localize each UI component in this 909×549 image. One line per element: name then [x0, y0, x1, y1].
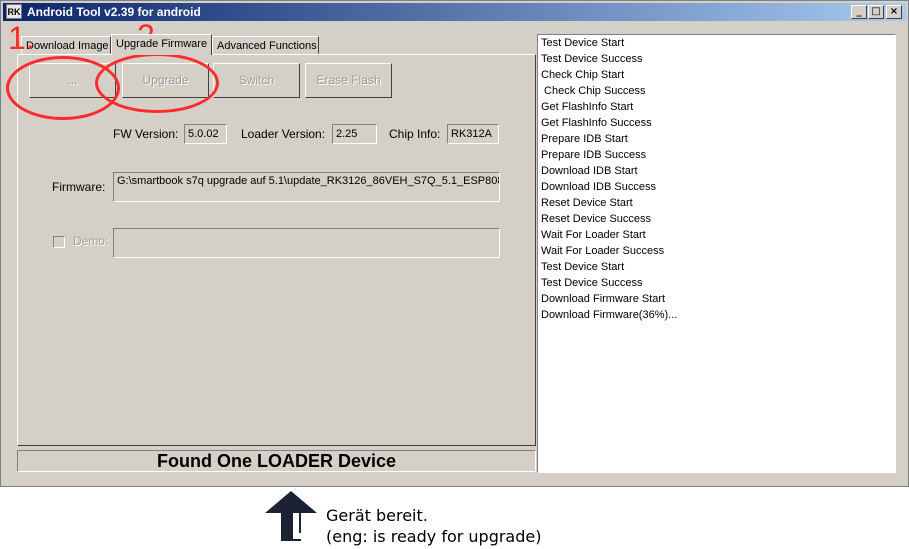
erase-flash-button[interactable]: Erase Flash: [305, 63, 392, 98]
minimize-icon[interactable]: _: [851, 5, 867, 19]
close-icon[interactable]: ×: [886, 5, 902, 19]
log-line: Download Firmware Start: [541, 293, 666, 305]
firmware-label: Firmware:: [52, 180, 106, 194]
log-line: Get FlashInfo Start: [541, 101, 634, 113]
log-line: Check Chip Success: [541, 85, 646, 97]
loader-version-label: Loader Version:: [241, 127, 326, 141]
loader-version-value: 2.25: [332, 124, 377, 144]
log-line: Prepare IDB Success: [541, 149, 647, 161]
log-line: Wait For Loader Start: [541, 229, 646, 241]
annotation-circle-2: [95, 53, 219, 113]
log-line: Test Device Start: [541, 37, 625, 49]
tab-upgrade-firmware[interactable]: Upgrade Firmware: [111, 34, 212, 55]
caption-line-1: Gerät bereit.: [326, 506, 428, 525]
log-line: Get FlashInfo Success: [541, 117, 652, 129]
status-bar: Found One LOADER Device: [17, 450, 536, 472]
app-icon: RK: [6, 4, 22, 19]
caption-line-2: (eng: is ready for upgrade): [326, 527, 542, 546]
log-line: Download IDB Success: [541, 181, 656, 193]
chip-info-label: Chip Info:: [389, 127, 441, 141]
tab-advanced-functions[interactable]: Advanced Functions: [212, 36, 319, 54]
log-line: Reset Device Success: [541, 213, 652, 225]
log-line: Download Firmware(36%)...: [541, 309, 678, 321]
chip-info-value: RK312A: [447, 124, 499, 144]
log-line: Test Device Success: [541, 277, 643, 289]
maximize-icon[interactable]: □: [868, 5, 884, 19]
demo-checkbox[interactable]: [53, 236, 65, 248]
log-line: Reset Device Start: [541, 197, 633, 209]
demo-field[interactable]: [113, 228, 500, 258]
switch-button[interactable]: Switch: [213, 63, 300, 98]
log-line: Test Device Success: [541, 53, 643, 65]
fw-version-value: 5.0.02: [184, 124, 227, 144]
log-line: Test Device Start: [541, 261, 625, 273]
log-line: Download IDB Start: [541, 165, 638, 177]
annotation-step-1: 1.: [8, 20, 35, 56]
log-line: Check Chip Start: [541, 69, 625, 81]
demo-label: Demo:: [73, 234, 109, 248]
log-list[interactable]: Test Device Start Test Device Success Chec…: [537, 34, 896, 473]
log-line: Prepare IDB Start: [541, 133, 628, 145]
window-title: Android Tool v2.39 for android: [27, 5, 201, 19]
firmware-path-field[interactable]: G:\smartbook s7q upgrade auf 5.1\update_…: [113, 172, 500, 202]
up-arrow-icon: [265, 491, 319, 541]
fw-version-label: FW Version:: [113, 127, 179, 141]
log-line: Wait For Loader Success: [541, 245, 665, 257]
